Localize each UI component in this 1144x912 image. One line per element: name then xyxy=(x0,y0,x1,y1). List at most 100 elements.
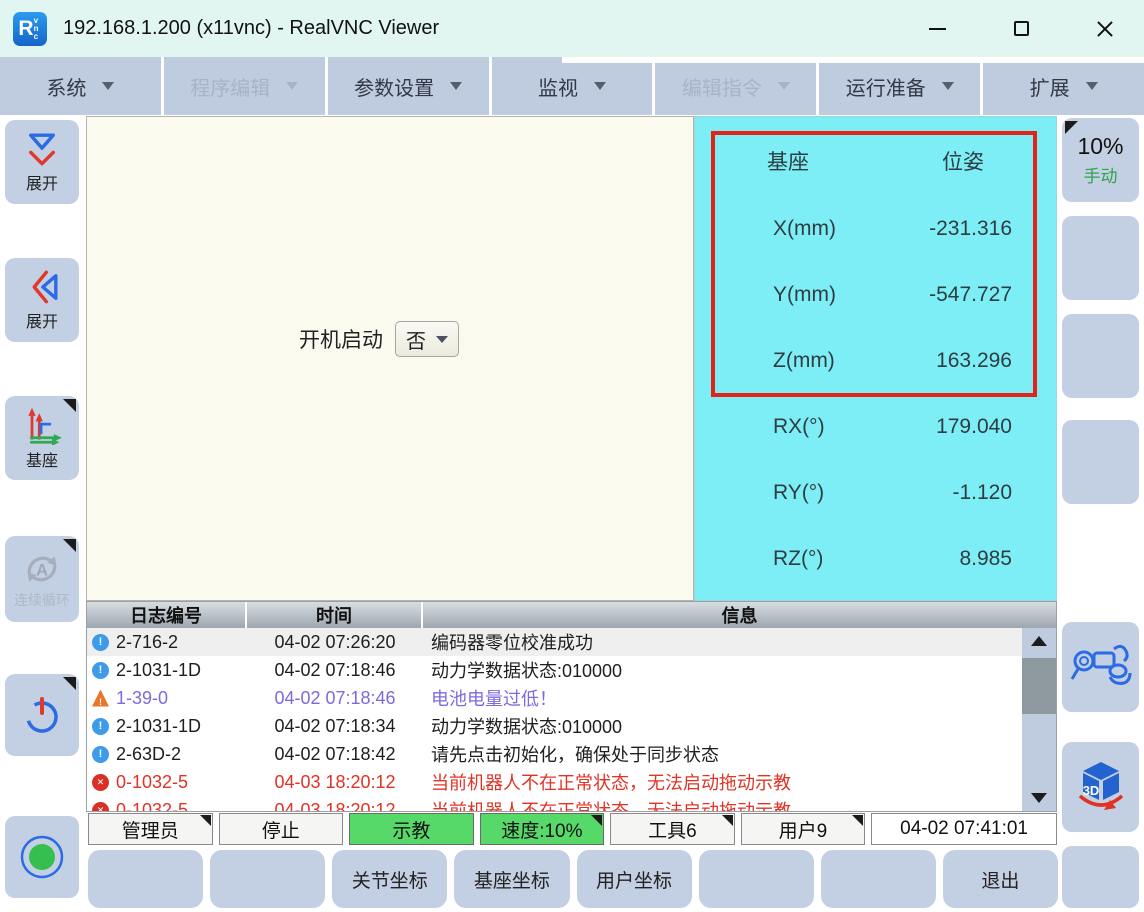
log-row[interactable]: !2-63D-2 04-02 07:18:42 请先点击初始化，确保处于同步状态 xyxy=(87,740,1022,768)
error-icon: ✕ xyxy=(92,802,109,812)
3d-view-button[interactable]: 3D xyxy=(1062,742,1139,832)
pose-row-ry: RY(°) -1.120 xyxy=(695,460,1056,526)
triangle-up-icon xyxy=(1031,636,1047,646)
menu-run-prepare[interactable]: 运行准备 xyxy=(819,57,980,115)
chevron-down-icon xyxy=(286,82,298,90)
continuous-loop-button[interactable]: A 连续循环 xyxy=(5,536,79,622)
info-icon: ! xyxy=(92,718,109,735)
log-row[interactable]: !2-1031-1D 04-02 07:18:46 动力学数据状态:010000 xyxy=(87,656,1022,684)
status-tool[interactable]: 工具6 xyxy=(610,813,735,845)
pose-row-y: Y(mm) -547.727 xyxy=(695,262,1056,328)
record-enable-button[interactable] xyxy=(5,816,79,898)
chevron-down-icon xyxy=(436,336,448,343)
boot-startup-select[interactable]: 否 xyxy=(395,321,459,357)
bottom-empty-4[interactable] xyxy=(821,850,936,908)
scroll-up-button[interactable] xyxy=(1022,628,1056,654)
chevron-down-icon xyxy=(102,82,114,90)
submenu-indicator xyxy=(200,815,211,826)
pose-title: 位姿 xyxy=(880,143,1056,183)
expand-left-icon xyxy=(22,268,62,306)
log-body: !2-716-2 04-02 07:26:20 编码器零位校准成功 !2-103… xyxy=(87,628,1022,811)
log-row[interactable]: !2-716-2 04-02 07:26:20 编码器零位校准成功 xyxy=(87,628,1022,656)
window-title: 192.168.1.200 (x11vnc) - RealVNC Viewer xyxy=(63,17,439,40)
log-table: 日志编号 时间 信息 !2-716-2 04-02 07:26:20 编码器零位… xyxy=(86,601,1057,812)
submenu-indicator xyxy=(63,399,76,412)
pose-row-rx: RX(°) 179.040 xyxy=(695,394,1056,460)
3d-view-icon: 3D xyxy=(1074,758,1128,816)
right-rail-empty-4[interactable] xyxy=(1062,846,1139,908)
warning-icon: ! xyxy=(92,690,109,707)
menu-program-edit[interactable]: 程序编辑 xyxy=(164,57,325,115)
base-coords-button[interactable]: 基座坐标 xyxy=(454,850,569,908)
power-icon xyxy=(20,693,64,737)
error-icon: ✕ xyxy=(92,774,109,791)
log-header-id: 日志编号 xyxy=(87,602,247,628)
expand-down-icon xyxy=(22,130,62,168)
menu-edit-command[interactable]: 编辑指令 xyxy=(655,57,816,115)
pose-frame-label: 基座 xyxy=(695,143,880,183)
status-run-state[interactable]: 停止 xyxy=(219,813,344,845)
log-row[interactable]: ✕0-1032-5 04-03 18:20:12 当前机器人不在正常状态，无法启… xyxy=(87,796,1022,811)
settings-panel: 开机启动 否 xyxy=(86,116,694,601)
log-header: 日志编号 时间 信息 xyxy=(87,602,1056,628)
pose-row-rz: RZ(°) 8.985 xyxy=(695,526,1056,592)
scroll-down-button[interactable] xyxy=(1022,785,1056,811)
right-rail-empty-1[interactable] xyxy=(1062,216,1139,300)
info-icon: ! xyxy=(92,634,109,651)
log-row[interactable]: !1-39-0 04-02 07:18:46 电池电量过低！ xyxy=(87,684,1022,712)
info-icon: ! xyxy=(92,662,109,679)
expand-down-button[interactable]: 展开 xyxy=(5,120,79,204)
submenu-indicator xyxy=(852,815,863,826)
status-speed[interactable]: 速度:10% xyxy=(480,813,605,845)
minimize-button[interactable] xyxy=(924,16,950,42)
menu-bar: 系统 程序编辑 参数设置 监视 编辑指令 运行准备 扩展 xyxy=(0,57,1144,115)
pose-row-z: Z(mm) 163.296 xyxy=(695,328,1056,394)
bottom-empty-1[interactable] xyxy=(88,850,203,908)
robot-teach-icon xyxy=(1070,639,1132,695)
speed-mode-button[interactable]: 10% 手动 xyxy=(1062,118,1139,202)
chevron-down-icon xyxy=(594,82,606,90)
close-icon xyxy=(1096,20,1114,38)
pose-row-x: X(mm) -231.316 xyxy=(695,196,1056,262)
close-button[interactable] xyxy=(1092,16,1118,42)
menu-parameter-settings[interactable]: 参数设置 xyxy=(328,57,489,115)
bottom-empty-2[interactable] xyxy=(210,850,325,908)
status-datetime: 04-02 07:41:01 xyxy=(871,813,1057,845)
exit-button[interactable]: 退出 xyxy=(943,850,1058,908)
status-teach-mode[interactable]: 示教 xyxy=(349,813,474,845)
base-frame-button[interactable]: 基座 xyxy=(5,396,79,480)
status-user-frame[interactable]: 用户9 xyxy=(741,813,866,845)
log-row[interactable]: ✕0-1032-5 04-03 18:20:12 当前机器人不在正常状态，无法启… xyxy=(87,768,1022,796)
coordinate-axes-icon xyxy=(21,405,63,445)
scrollbar-thumb[interactable] xyxy=(1022,658,1056,714)
bottom-empty-3[interactable] xyxy=(699,850,814,908)
maximize-icon xyxy=(1014,21,1029,36)
bottom-bar: 关节坐标 基座坐标 用户坐标 退出 xyxy=(88,850,1058,908)
submenu-indicator xyxy=(63,677,76,690)
user-coords-button[interactable]: 用户坐标 xyxy=(577,850,692,908)
expand-left-button[interactable]: 展开 xyxy=(5,258,79,342)
right-rail-empty-2[interactable] xyxy=(1062,314,1139,398)
chevron-down-icon xyxy=(450,82,462,90)
power-button[interactable] xyxy=(5,674,79,756)
window-titlebar: R vnc 192.168.1.200 (x11vnc) - RealVNC V… xyxy=(0,0,1144,57)
svg-text:A: A xyxy=(36,561,48,579)
menu-system[interactable]: 系统 xyxy=(0,57,161,115)
drag-teach-button[interactable] xyxy=(1062,622,1139,712)
status-user-role[interactable]: 管理员 xyxy=(88,813,213,845)
submenu-indicator xyxy=(591,815,602,826)
chevron-down-icon xyxy=(778,82,790,90)
info-icon: ! xyxy=(92,746,109,763)
continuous-loop-icon: A xyxy=(22,549,62,589)
maximize-button[interactable] xyxy=(1008,16,1034,42)
realvnc-logo-icon: R vnc xyxy=(13,12,47,46)
chevron-down-icon xyxy=(942,82,954,90)
menu-monitor[interactable]: 监视 xyxy=(492,57,653,115)
joint-coords-button[interactable]: 关节坐标 xyxy=(332,850,447,908)
log-scrollbar[interactable] xyxy=(1022,628,1056,811)
pose-panel: 基座 位姿 X(mm) -231.316 Y(mm) -547.727 Z(mm… xyxy=(694,116,1057,601)
menu-extension[interactable]: 扩展 xyxy=(983,57,1144,115)
log-header-time: 时间 xyxy=(247,602,423,628)
right-rail-empty-3[interactable] xyxy=(1062,420,1139,504)
log-row[interactable]: !2-1031-1D 04-02 07:18:34 动力学数据状态:010000 xyxy=(87,712,1022,740)
